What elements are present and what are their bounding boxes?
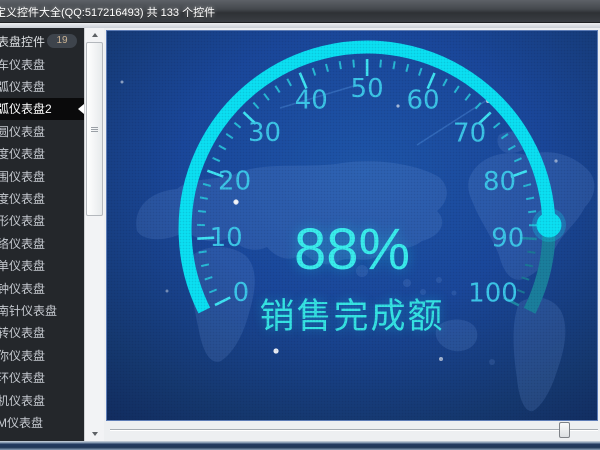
slider-groove (110, 429, 598, 431)
sidebar-item-label: 度仪表盘 (0, 190, 45, 207)
scrollbar-grip-icon (91, 127, 98, 132)
sidebar-item[interactable]: 单仪表盘 (0, 255, 84, 277)
sidebar-item[interactable]: 形仪表盘 (0, 210, 84, 232)
sidebar-item-label: 度仪表盘 (0, 145, 45, 162)
sidebar-item-label: 机仪表盘 (0, 392, 45, 409)
sidebar-item-label: 形仪表盘 (0, 212, 45, 229)
sidebar-item[interactable]: 你仪表盘 (0, 344, 84, 366)
sidebar-item[interactable]: 钟仪表盘 (0, 277, 84, 299)
window-title: 定义控件大全(QQ:517216493) 共 133 个控件 (0, 0, 215, 20)
sidebar-item-label: 单仪表盘 (0, 257, 45, 274)
sidebar-item[interactable]: 转仪表盘 (0, 322, 84, 344)
svg-text:50: 50 (351, 74, 384, 104)
sidebar-item[interactable]: 弧仪表盘2 (0, 98, 84, 120)
svg-text:80: 80 (483, 167, 516, 197)
sidebar-item[interactable]: 度仪表盘 (0, 143, 84, 165)
svg-text:60: 60 (406, 86, 439, 116)
svg-text:20: 20 (218, 167, 251, 197)
sidebar-item-label: 转仪表盘 (0, 324, 45, 341)
svg-text:40: 40 (295, 86, 328, 116)
scrollbar-up-button[interactable] (85, 28, 104, 42)
window-bottom-border (0, 441, 600, 450)
sidebar-count-badge: 19 (47, 34, 77, 48)
sidebar-item-label: 你仪表盘 (0, 347, 45, 364)
sidebar-item-label: 车仪表盘 (0, 56, 45, 73)
titlebar: 定义控件大全(QQ:517216493) 共 133 个控件 (0, 0, 600, 23)
scrollbar-down-button[interactable] (85, 427, 104, 441)
arrow-down-icon (92, 432, 98, 436)
gauge-caption: 销售完成额 (107, 297, 597, 337)
sidebar-item[interactable]: M仪表盘 (0, 411, 84, 433)
gauge-panel: 0102030405060708090100 88% 销售完成额 (106, 30, 598, 421)
arrow-up-icon (92, 33, 98, 37)
sidebar-item-label: 围仪表盘 (0, 168, 45, 185)
sidebar-item[interactable]: 车仪表盘 (0, 53, 84, 75)
sidebar-scrollbar[interactable] (84, 28, 104, 441)
sidebar-item-label: 圆仪表盘 (0, 123, 45, 140)
sidebar-item-label: 南针仪表盘 (0, 302, 57, 319)
sidebar-item[interactable]: 弧仪表盘 (0, 75, 84, 97)
sidebar-item-label: 弧仪表盘 (0, 78, 45, 95)
sidebar-item-label: 络仪表盘 (0, 235, 45, 252)
value-slider[interactable] (104, 421, 600, 441)
sidebar-header-label: 表盘控件 (0, 33, 45, 50)
sidebar-item[interactable]: 环仪表盘 (0, 366, 84, 388)
main-area: 0102030405060708090100 88% 销售完成额 (104, 28, 600, 443)
sidebar-item[interactable]: 机仪表盘 (0, 389, 84, 411)
svg-text:30: 30 (248, 118, 281, 148)
svg-text:70: 70 (453, 118, 486, 148)
app-window: 定义控件大全(QQ:517216493) 共 133 个控件 表盘控件 19 车… (0, 0, 600, 450)
sidebar-item[interactable]: 圆仪表盘 (0, 120, 84, 142)
sidebar-list: 车仪表盘弧仪表盘弧仪表盘2圆仪表盘度仪表盘围仪表盘度仪表盘形仪表盘络仪表盘单仪表… (0, 53, 84, 434)
sidebar-item-label: 弧仪表盘2 (0, 100, 52, 117)
sidebar-item-label: 环仪表盘 (0, 369, 45, 386)
sidebar-item[interactable]: 度仪表盘 (0, 187, 84, 209)
sidebar-item-label: 钟仪表盘 (0, 280, 45, 297)
sidebar-item-label: M仪表盘 (0, 414, 43, 431)
sidebar-item[interactable]: 络仪表盘 (0, 232, 84, 254)
gauge-value-text: 88% (107, 220, 597, 280)
slider-thumb[interactable] (559, 422, 570, 438)
sidebar: 表盘控件 19 车仪表盘弧仪表盘弧仪表盘2圆仪表盘度仪表盘围仪表盘度仪表盘形仪表… (0, 28, 84, 441)
sidebar-item[interactable]: 南针仪表盘 (0, 299, 84, 321)
sidebar-header: 表盘控件 19 (0, 28, 84, 53)
scrollbar-thumb[interactable] (86, 42, 103, 216)
sidebar-item[interactable]: 围仪表盘 (0, 165, 84, 187)
